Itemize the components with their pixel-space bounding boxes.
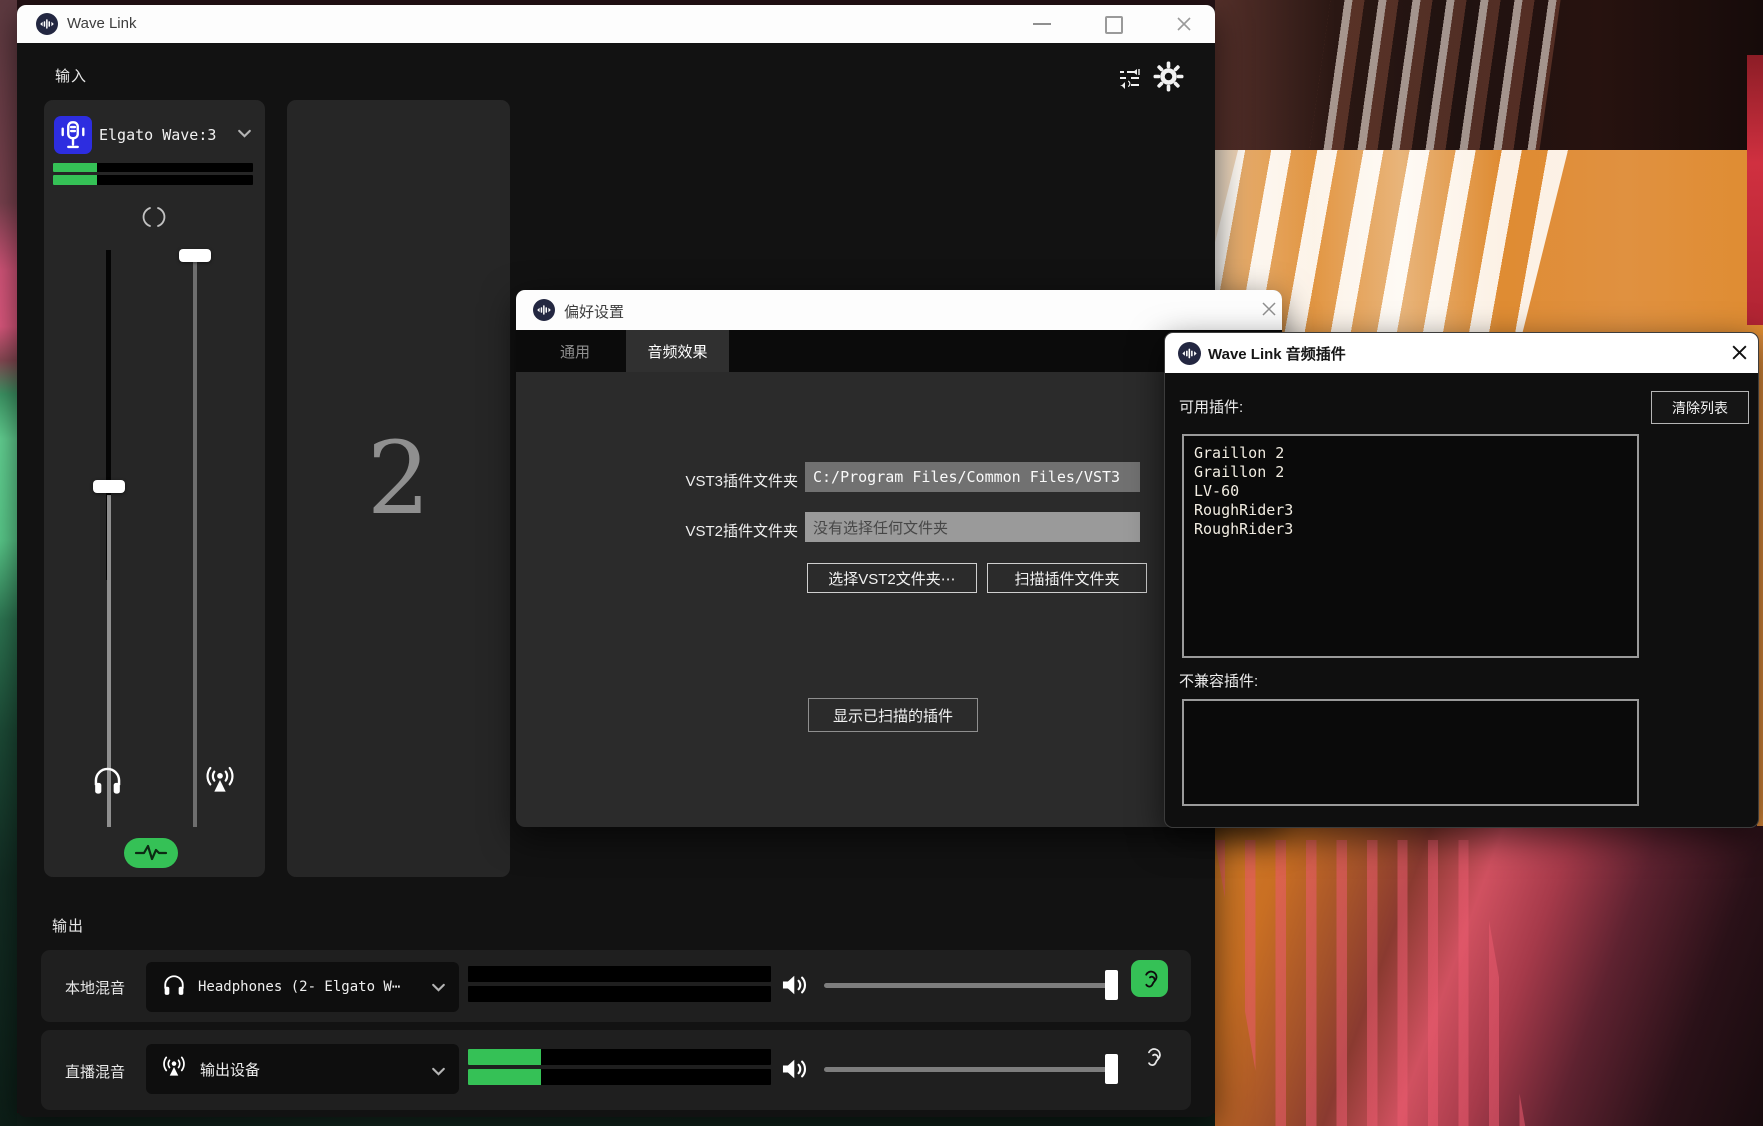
unlink-icon[interactable] — [140, 204, 168, 235]
broadcast-icon — [158, 1051, 190, 1088]
audio-plugins-window: Wave Link 音频插件 可用插件: 清除列表 Graillon 2 Gra… — [1164, 332, 1759, 828]
monitor-fader-handle[interactable] — [179, 249, 211, 262]
local-mix-meter-right — [468, 986, 771, 1002]
stream-mix-device-dropdown[interactable]: 输出设备 — [146, 1044, 459, 1094]
main-window-title: Wave Link — [67, 15, 136, 32]
output-section-label: 输出 — [52, 915, 84, 936]
list-item[interactable]: Graillon 2 — [1194, 444, 1627, 463]
output-row-stream-mix: 直播混音 输出设备 — [41, 1030, 1191, 1110]
local-mix-volume-slider[interactable] — [824, 983, 1114, 988]
local-mix-device-value: Headphones (2- Elgato W⋯ — [198, 979, 400, 995]
mixer-icon[interactable] — [1117, 65, 1143, 96]
plugins-window-title: Wave Link 音频插件 — [1208, 343, 1346, 364]
available-plugins-label: 可用插件: — [1179, 396, 1243, 417]
plugins-titlebar[interactable]: Wave Link 音频插件 — [1165, 333, 1758, 373]
output-row-local-mix: 本地混音 Headphones (2- Elgato W⋯ — [41, 950, 1191, 1022]
input-section-label: 输入 — [55, 65, 87, 86]
channel-slot-2: 2 — [287, 100, 510, 877]
close-icon[interactable] — [1730, 343, 1749, 367]
chevron-down-icon — [430, 979, 447, 1001]
vst3-folder-field[interactable]: C:/Program Files/Common Files/VST3 — [805, 462, 1140, 492]
wave-link-logo-icon — [36, 13, 58, 40]
local-mix-meter-left — [468, 966, 771, 982]
vst2-folder-field[interactable]: 没有选择任何文件夹 — [805, 512, 1140, 542]
waveform-icon — [134, 843, 168, 863]
incompatible-plugins-list[interactable] — [1182, 699, 1639, 806]
chevron-down-icon — [430, 1063, 447, 1085]
speaker-icon[interactable] — [778, 968, 812, 1007]
list-item[interactable]: Graillon 2 — [1194, 463, 1627, 482]
wallpaper-streaks — [1309, 0, 1560, 150]
available-plugins-list[interactable]: Graillon 2 Graillon 2 LV-60 RoughRider3 … — [1182, 434, 1639, 658]
preferences-titlebar[interactable]: 偏好设置 — [516, 290, 1282, 330]
local-mix-device-dropdown[interactable]: Headphones (2- Elgato W⋯ — [146, 962, 459, 1012]
output-row-label: 本地混音 — [65, 977, 125, 998]
stream-mix-meter-right — [468, 1069, 771, 1085]
audio-effects-toggle-button[interactable] — [124, 838, 178, 868]
broadcast-icon[interactable] — [200, 760, 240, 805]
stream-mix-meter-left — [468, 1049, 771, 1065]
mic-fader-handle[interactable] — [93, 480, 125, 493]
microphone-icon — [54, 116, 92, 154]
speaker-icon[interactable] — [778, 1052, 812, 1091]
headphones-icon[interactable] — [89, 762, 126, 804]
stream-mix-device-value: 输出设备 — [200, 1059, 260, 1080]
show-scanned-plugins-button[interactable]: 显示已扫描的插件 — [808, 698, 978, 732]
ear-icon — [1137, 966, 1163, 992]
list-item[interactable]: RoughRider3 — [1194, 520, 1627, 539]
main-titlebar[interactable]: Wave Link — [17, 5, 1215, 43]
output-row-label: 直播混音 — [65, 1061, 125, 1082]
local-mix-monitor-button[interactable] — [1131, 960, 1168, 997]
vst2-folder-label: VST2插件文件夹 — [636, 520, 798, 541]
wave-link-logo-icon — [1178, 342, 1201, 370]
wallpaper-red-band — [1747, 55, 1763, 325]
preferences-title: 偏好设置 — [564, 301, 624, 322]
desktop: { "main_window": { "title": "Wave Link",… — [0, 0, 1763, 1126]
input-meter-right — [53, 175, 253, 185]
list-item[interactable]: RoughRider3 — [1194, 501, 1627, 520]
chevron-down-icon[interactable] — [236, 125, 253, 147]
volume-slider-handle[interactable] — [1105, 970, 1118, 1000]
channel-slot-number: 2 — [287, 420, 510, 537]
volume-slider-handle[interactable] — [1105, 1054, 1118, 1084]
close-icon[interactable] — [1260, 300, 1278, 323]
wallpaper-left-sliver — [0, 0, 17, 1126]
maximize-icon[interactable] — [1105, 16, 1123, 34]
tab-audio-effects[interactable]: 音频效果 — [626, 330, 729, 372]
stream-mix-monitor-button[interactable] — [1139, 1043, 1167, 1076]
vst3-folder-label: VST3插件文件夹 — [636, 470, 798, 491]
clear-list-button[interactable]: 清除列表 — [1651, 391, 1749, 424]
input-meter-left — [53, 163, 253, 172]
monitor-fader-track — [193, 255, 197, 827]
ear-icon — [1139, 1043, 1167, 1071]
close-icon[interactable] — [1175, 15, 1193, 38]
stream-mix-volume-slider[interactable] — [824, 1067, 1114, 1072]
wallpaper-hair-strands — [1215, 840, 1525, 1126]
incompatible-plugins-label: 不兼容插件: — [1179, 670, 1258, 691]
tab-general[interactable]: 通用 — [524, 330, 626, 372]
gear-icon[interactable] — [1153, 61, 1184, 97]
list-item[interactable]: LV-60 — [1194, 482, 1627, 501]
choose-vst2-folder-button[interactable]: 选择VST2文件夹⋯ — [807, 563, 977, 593]
scan-plugin-folder-button[interactable]: 扫描插件文件夹 — [987, 563, 1147, 593]
headphones-icon — [160, 971, 188, 1004]
minimize-icon[interactable] — [1033, 23, 1051, 25]
input-device-select[interactable]: Elgato Wave:3 — [99, 126, 216, 144]
input-channel-strip: Elgato Wave:3 — [44, 100, 265, 877]
wave-link-logo-icon — [533, 299, 555, 326]
